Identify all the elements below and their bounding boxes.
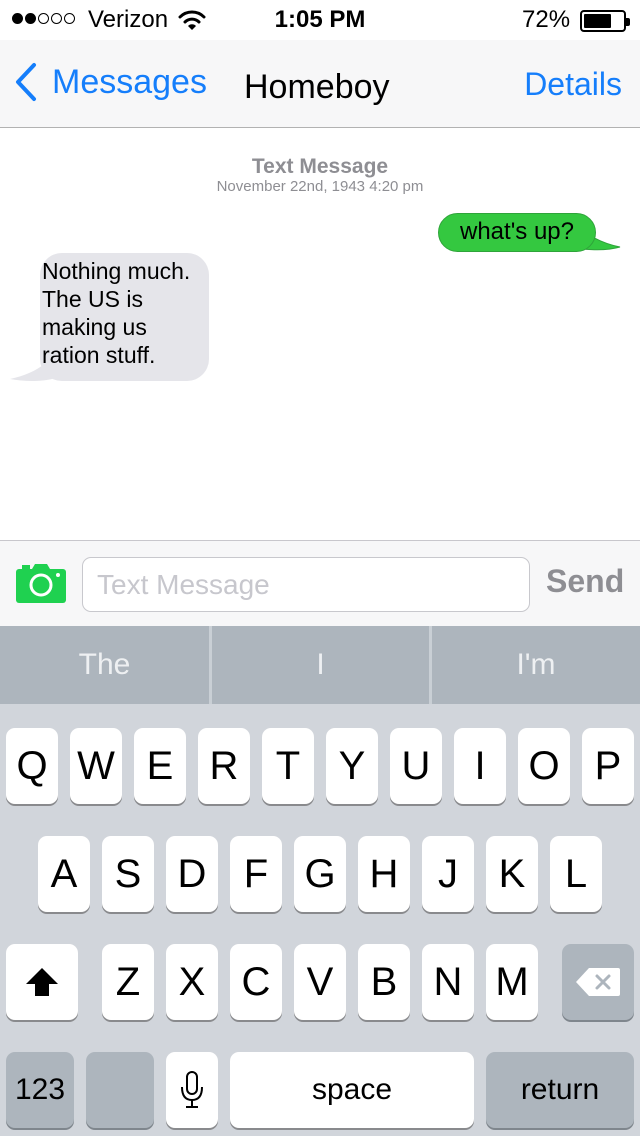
suggestion-item[interactable]: I [212,626,429,704]
battery-percentage: 72% [522,6,571,33]
suggestion-item[interactable]: I'm [432,626,640,704]
shift-key[interactable] [6,944,78,1020]
key-l[interactable]: L [550,836,602,912]
key-d[interactable]: D [166,836,218,912]
key-m[interactable]: M [486,944,538,1020]
globe-key[interactable] [86,1052,154,1128]
details-button[interactable]: Details [524,66,622,103]
chevron-left-icon [16,63,36,101]
status-bar: Verizon 1:05 PM 72% [0,0,640,40]
return-key[interactable]: return [486,1052,634,1128]
key-x[interactable]: X [166,944,218,1020]
key-u[interactable]: U [390,728,442,804]
key-g[interactable]: G [294,836,346,912]
back-button-label: Messages [52,62,207,101]
key-p[interactable]: P [582,728,634,804]
key-n[interactable]: N [422,944,474,1020]
camera-icon[interactable] [16,563,66,603]
suggestion-item[interactable]: The [0,626,209,704]
battery-icon [580,10,630,32]
message-text-line: Nothing much. [42,258,191,284]
message-input[interactable] [82,557,530,612]
key-r[interactable]: R [198,728,250,804]
key-y[interactable]: Y [326,728,378,804]
key-v[interactable]: V [294,944,346,1020]
message-text-line: The US is [42,286,143,312]
outgoing-message-bubble[interactable]: what's up? [438,213,596,252]
key-q[interactable]: Q [6,728,58,804]
conversation-title: Homeboy [244,68,390,106]
shift-icon [26,968,58,996]
dictation-key[interactable] [166,1052,218,1128]
numbers-key[interactable]: 123 [6,1052,74,1128]
key-o[interactable]: O [518,728,570,804]
message-text: what's up? [460,218,574,245]
key-a[interactable]: A [38,836,90,912]
key-i[interactable]: I [454,728,506,804]
incoming-message-bubble[interactable]: Nothing much. The US is making us ration… [40,253,209,381]
message-text-line: ration stuff. [42,342,156,368]
delete-key[interactable] [562,944,634,1020]
space-key[interactable]: space [230,1052,474,1128]
back-button[interactable]: Messages [14,62,207,102]
navigation-bar: Messages Homeboy Details [0,40,640,128]
message-list[interactable]: Text Message November 22nd, 1943 4:20 pm… [0,129,640,539]
key-e[interactable]: E [134,728,186,804]
send-button[interactable]: Send [546,563,624,600]
key-k[interactable]: K [486,836,538,912]
message-text-line: making us [42,314,147,340]
timestamp: November 22nd, 1943 4:20 pm [216,178,424,195]
key-h[interactable]: H [358,836,410,912]
battery-level [584,14,611,28]
key-b[interactable]: B [358,944,410,1020]
message-type-label: Text Message [251,155,389,178]
key-j[interactable]: J [422,836,474,912]
key-s[interactable]: S [102,836,154,912]
keyboard: The I I'm Q W E R T Y U I O P A S D F G … [0,626,640,1136]
key-f[interactable]: F [230,836,282,912]
microphone-icon [181,1071,203,1108]
key-t[interactable]: T [262,728,314,804]
key-z[interactable]: Z [102,944,154,1020]
message-composer: Send [0,540,640,626]
key-w[interactable]: W [70,728,122,804]
delete-icon [576,968,620,996]
predictive-text-bar: The I I'm [0,626,640,704]
key-c[interactable]: C [230,944,282,1020]
